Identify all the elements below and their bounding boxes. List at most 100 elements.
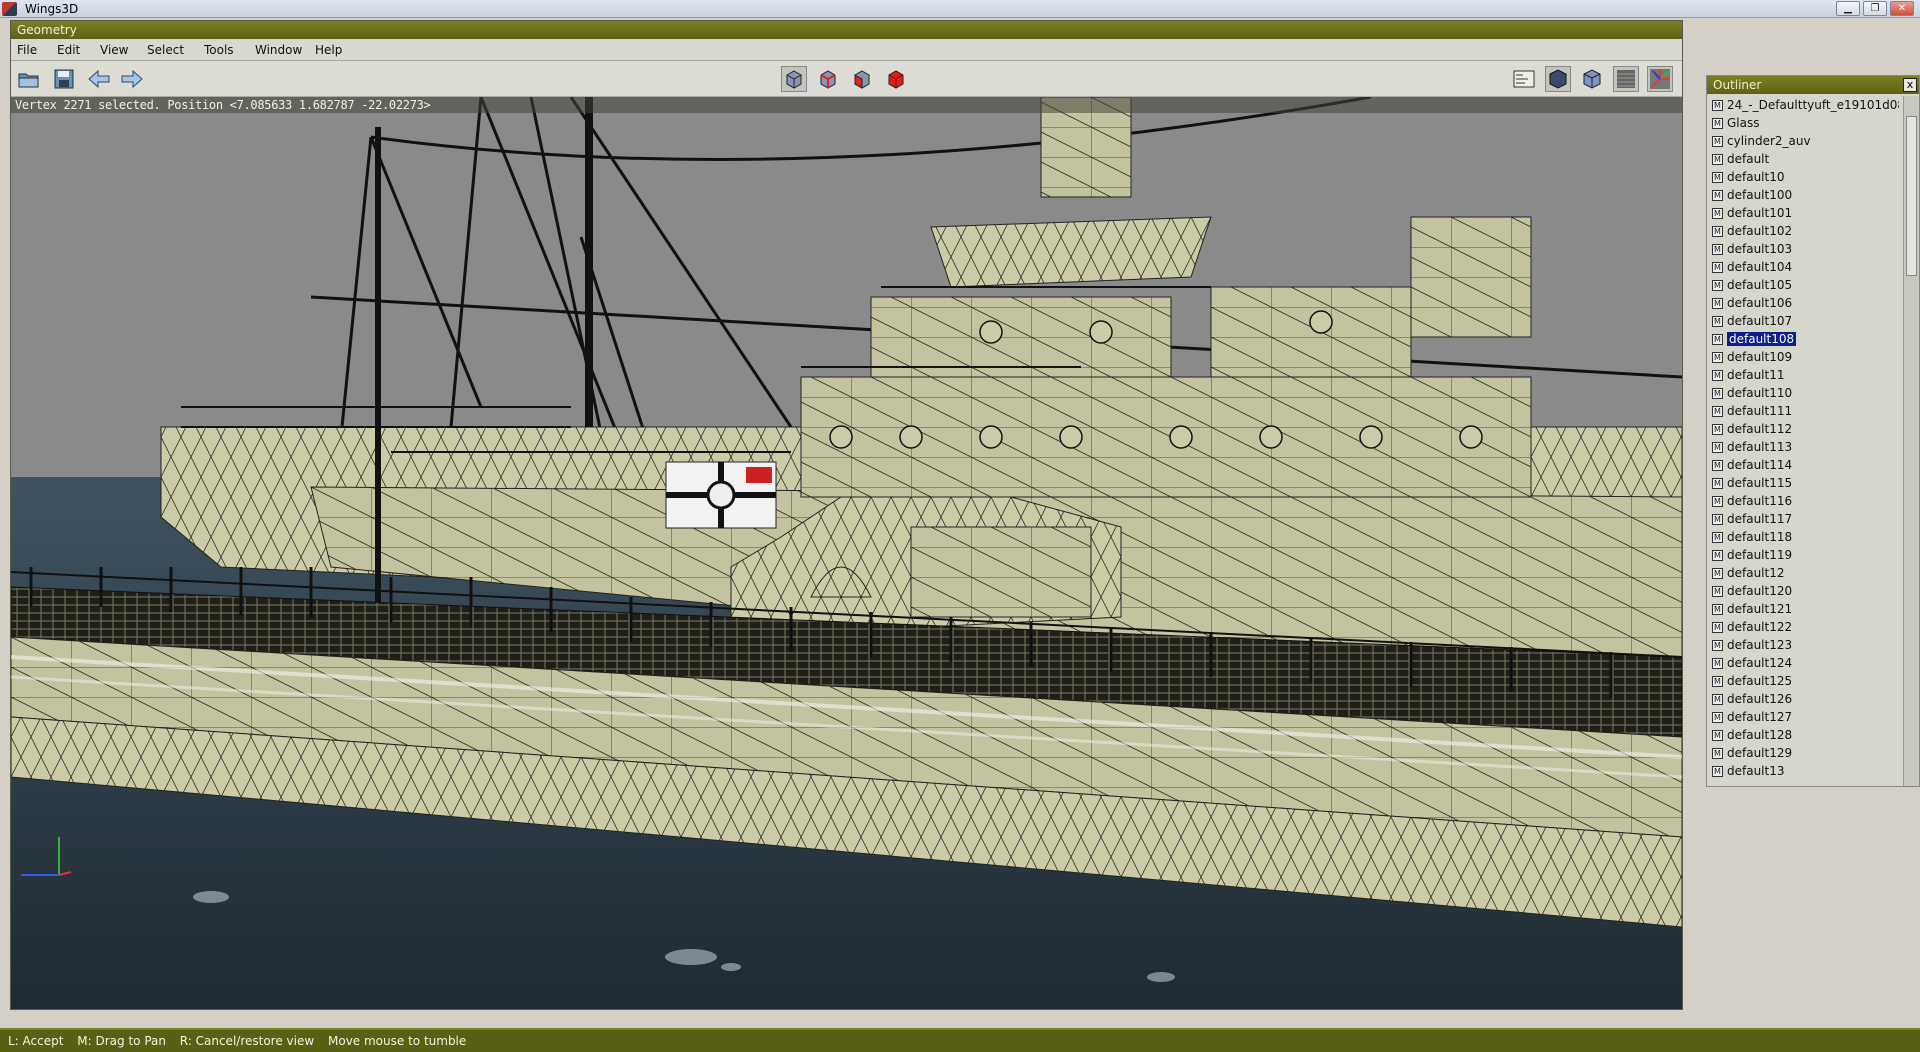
outliner-item[interactable]: Mdefault128 (1709, 726, 1899, 744)
3d-viewport[interactable]: Vertex 2271 selected. Position <7.085633… (11, 97, 1682, 1009)
outliner-item-label: default128 (1727, 728, 1793, 742)
outliner-item-label: default123 (1727, 638, 1793, 652)
outliner-item[interactable]: Mcylinder2_auv (1709, 132, 1899, 150)
material-icon: M (1712, 207, 1723, 219)
material-icon: M (1712, 459, 1723, 471)
outliner-item[interactable]: Mdefault119 (1709, 546, 1899, 564)
restore-button[interactable]: ❐ (1863, 1, 1887, 16)
outliner-item-label: cylinder2_auv (1727, 134, 1811, 148)
outliner-item[interactable]: Mdefault (1709, 150, 1899, 168)
ship-model-render (11, 97, 1682, 1009)
outliner-item[interactable]: Mdefault107 (1709, 312, 1899, 330)
material-icon: M (1712, 675, 1723, 687)
body-mode-icon[interactable] (883, 66, 909, 92)
menu-select[interactable]: Select (147, 42, 184, 58)
material-icon: M (1712, 279, 1723, 291)
outliner-item[interactable]: Mdefault125 (1709, 672, 1899, 690)
outliner-item[interactable]: Mdefault106 (1709, 294, 1899, 312)
outliner-item[interactable]: Mdefault117 (1709, 510, 1899, 528)
redo-arrow-icon[interactable] (119, 66, 145, 92)
groundplane-icon[interactable] (1511, 66, 1537, 92)
outliner-scrollbar[interactable] (1903, 96, 1919, 786)
outliner-item[interactable]: Mdefault102 (1709, 222, 1899, 240)
outliner-item-label: default129 (1727, 746, 1793, 760)
outliner-item-label: default118 (1727, 530, 1793, 544)
undo-arrow-icon[interactable] (86, 66, 112, 92)
axes-icon[interactable] (1647, 66, 1673, 92)
material-icon: M (1712, 585, 1723, 597)
outliner-item-label: 24_-_Defaulttyuft_e19101d08c (1727, 98, 1899, 112)
outliner-item[interactable]: Mdefault116 (1709, 492, 1899, 510)
outliner-list[interactable]: M 24_-_Defaulttyuft_e19101d08c M Glass Mcyli… (1709, 96, 1899, 786)
outliner-item-label: default111 (1727, 404, 1793, 418)
outliner-item[interactable]: Mdefault110 (1709, 384, 1899, 402)
face-mode-icon[interactable] (849, 66, 875, 92)
outliner-item[interactable]: Mdefault11 (1709, 366, 1899, 384)
outliner-item-label: default114 (1727, 458, 1793, 472)
outliner-item[interactable]: Mdefault118 (1709, 528, 1899, 546)
minimize-button[interactable]: ▁ (1836, 1, 1860, 16)
material-icon: M (1712, 387, 1723, 399)
outliner-item[interactable]: M 24_-_Defaulttyuft_e19101d08c (1709, 96, 1899, 114)
material-icon: M (1712, 657, 1723, 669)
outliner-item-label: Glass (1727, 116, 1760, 130)
outliner-item[interactable]: Mdefault111 (1709, 402, 1899, 420)
menu-tools[interactable]: Tools (204, 42, 234, 58)
material-icon: M (1712, 153, 1723, 165)
outliner-item[interactable]: Mdefault108 (1709, 330, 1899, 348)
outliner-item[interactable]: Mdefault127 (1709, 708, 1899, 726)
outliner-item[interactable]: Mdefault13 (1709, 762, 1899, 780)
material-icon: M (1712, 297, 1723, 309)
outliner-item[interactable]: Mdefault101 (1709, 204, 1899, 222)
outliner-item[interactable]: Mdefault10 (1709, 168, 1899, 186)
material-icon: M (1712, 243, 1723, 255)
material-icon: M (1712, 333, 1723, 345)
outliner-item[interactable]: Mdefault113 (1709, 438, 1899, 456)
outliner-item-label: default100 (1727, 188, 1793, 202)
menu-view[interactable]: View (100, 42, 128, 58)
outliner-item[interactable]: M Glass (1709, 114, 1899, 132)
outliner-item[interactable]: Mdefault115 (1709, 474, 1899, 492)
outliner-item[interactable]: Mdefault120 (1709, 582, 1899, 600)
outliner-item-label: default115 (1727, 476, 1793, 490)
outliner-scrollbar-thumb[interactable] (1906, 116, 1917, 276)
menu-edit[interactable]: Edit (57, 42, 80, 58)
outliner-item[interactable]: Mdefault124 (1709, 654, 1899, 672)
outliner-item-label: default117 (1727, 512, 1793, 526)
outliner-item[interactable]: Mdefault129 (1709, 744, 1899, 762)
outliner-item[interactable]: Mdefault100 (1709, 186, 1899, 204)
save-disk-icon[interactable] (51, 66, 77, 92)
outliner-item-label: default112 (1727, 422, 1793, 436)
open-folder-icon[interactable] (16, 66, 42, 92)
outliner-item[interactable]: Mdefault121 (1709, 600, 1899, 618)
outliner-item[interactable]: Mdefault122 (1709, 618, 1899, 636)
geometry-window-title: Geometry (11, 21, 1682, 39)
outliner-item[interactable]: Mdefault123 (1709, 636, 1899, 654)
outliner-item[interactable]: Mdefault112 (1709, 420, 1899, 438)
outliner-item-label: default13 (1727, 764, 1785, 778)
outliner-item[interactable]: Mdefault103 (1709, 240, 1899, 258)
menu-file[interactable]: File (17, 42, 37, 58)
material-icon: M (1712, 369, 1723, 381)
menu-help[interactable]: Help (315, 42, 342, 58)
menu-window[interactable]: Window (255, 42, 302, 58)
outliner-item[interactable]: Mdefault109 (1709, 348, 1899, 366)
status-hint-pan: M: Drag to Pan (77, 1034, 166, 1048)
wireframe-icon[interactable] (1613, 66, 1639, 92)
vertex-mode-icon[interactable] (781, 66, 807, 92)
perspective-icon[interactable] (1579, 66, 1605, 92)
outliner-item[interactable]: Mdefault12 (1709, 564, 1899, 582)
outliner-item[interactable]: Mdefault105 (1709, 276, 1899, 294)
outliner-item[interactable]: Mdefault126 (1709, 690, 1899, 708)
menubar: File Edit View Select Tools Window Help (11, 39, 1682, 61)
smooth-shading-icon[interactable] (1545, 66, 1571, 92)
edge-mode-icon[interactable] (815, 66, 841, 92)
outliner-close-button[interactable]: x (1903, 78, 1917, 92)
outliner-item-label: default105 (1727, 278, 1793, 292)
outliner-item[interactable]: Mdefault104 (1709, 258, 1899, 276)
close-button[interactable]: ✕ (1890, 1, 1914, 16)
material-icon: M (1712, 567, 1723, 579)
outliner-item[interactable]: Mdefault114 (1709, 456, 1899, 474)
flag-icon (665, 461, 777, 529)
outliner-item-label: default (1727, 152, 1770, 166)
